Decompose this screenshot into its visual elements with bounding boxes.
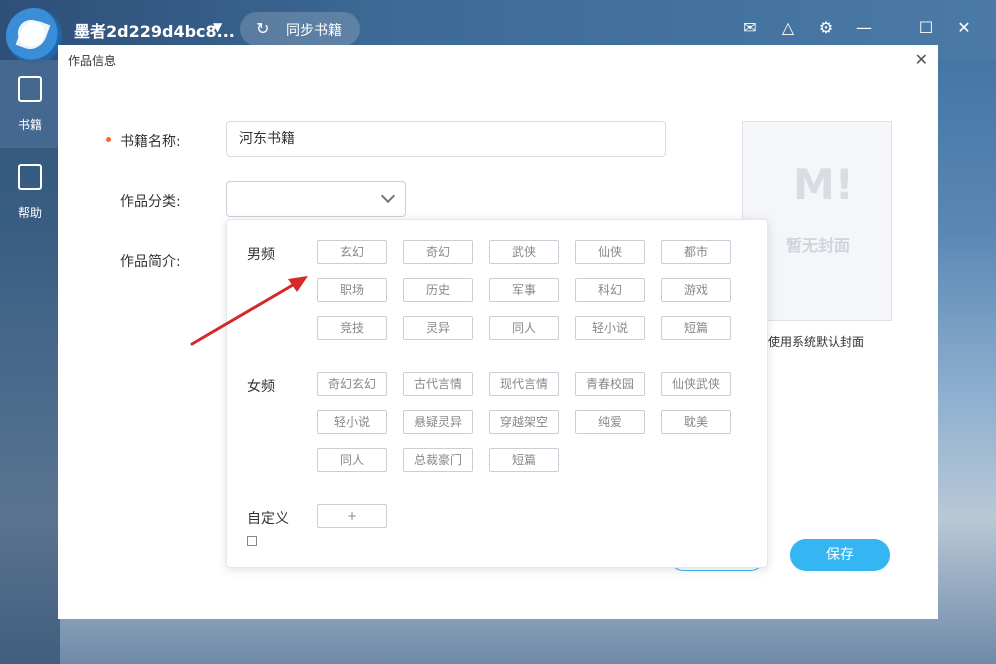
book-name-label: 书籍名称: <box>120 134 181 150</box>
settings-icon[interactable]: ⚙ <box>816 18 836 38</box>
default-cover-option[interactable]: 使用系统默认封面 <box>768 333 864 350</box>
category-tag[interactable]: 悬疑灵异 <box>403 410 473 434</box>
category-tag[interactable]: 科幻 <box>575 278 645 302</box>
sync-books-button[interactable]: ↻ 同步书籍 <box>240 12 360 46</box>
category-tag[interactable]: 短篇 <box>489 448 559 472</box>
category-tag[interactable]: 灵异 <box>403 316 473 340</box>
help-icon <box>18 164 42 190</box>
cover-logo-icon: M! <box>793 160 854 209</box>
close-icon[interactable]: ✕ <box>915 50 928 69</box>
sync-books-label: 同步书籍 <box>286 23 342 39</box>
category-tag[interactable]: 轻小说 <box>317 410 387 434</box>
category-tag[interactable]: 职场 <box>317 278 387 302</box>
sidebar-item-label: 帮助 <box>17 206 42 220</box>
save-button[interactable]: 保存 <box>790 539 890 571</box>
app-logo <box>6 8 62 64</box>
sidebar-item-label: 书籍 <box>17 118 42 132</box>
chevron-down-icon <box>380 188 396 204</box>
category-label: 作品分类: <box>120 194 181 210</box>
add-custom-tag-button[interactable]: + <box>317 504 387 528</box>
category-tag[interactable]: 奇幻 <box>403 240 473 264</box>
annotation-arrow <box>190 276 308 346</box>
refresh-icon: ↻ <box>256 19 270 38</box>
shirt-icon[interactable]: △ <box>778 18 798 38</box>
category-tag[interactable]: 军事 <box>489 278 559 302</box>
category-select[interactable] <box>226 181 406 217</box>
custom-group-label: 自定义 <box>247 511 289 527</box>
category-tag[interactable]: 短篇 <box>661 316 731 340</box>
category-tag[interactable]: 纯爱 <box>575 410 645 434</box>
category-tag[interactable]: 历史 <box>403 278 473 302</box>
category-tag[interactable]: 仙侠 <box>575 240 645 264</box>
sidebar-item-books[interactable]: 书籍 <box>0 60 60 148</box>
category-tag[interactable]: 奇幻玄幻 <box>317 372 387 396</box>
female-group-label: 女频 <box>247 379 275 395</box>
close-icon[interactable]: ✕ <box>954 18 974 38</box>
edit-icon[interactable] <box>247 536 257 546</box>
category-tag[interactable]: 现代言情 <box>489 372 559 396</box>
category-tag[interactable]: 古代言情 <box>403 372 473 396</box>
category-tag[interactable]: 武侠 <box>489 240 559 264</box>
maximize-icon[interactable]: ☐ <box>916 18 936 38</box>
username-label[interactable]: 墨者2d229d4bc8... <box>74 18 235 42</box>
category-tag[interactable]: 同人 <box>489 316 559 340</box>
mail-icon[interactable]: ✉ <box>740 18 760 38</box>
category-tag[interactable]: 同人 <box>317 448 387 472</box>
book-name-input[interactable]: 河东书籍 <box>226 121 666 157</box>
chevron-down-icon[interactable]: ▼ <box>213 20 222 34</box>
category-tag[interactable]: 青春校园 <box>575 372 645 396</box>
book-icon <box>18 76 42 102</box>
sidebar: 书籍 帮助 <box>0 60 60 664</box>
minimize-icon[interactable]: — <box>854 18 874 38</box>
dialog-title: 作品信息 <box>68 54 117 68</box>
category-tag[interactable]: 仙侠武侠 <box>661 372 731 396</box>
category-tag[interactable]: 耽美 <box>661 410 731 434</box>
category-tag[interactable]: 游戏 <box>661 278 731 302</box>
category-tag[interactable]: 总裁豪门 <box>403 448 473 472</box>
category-tag[interactable]: 轻小说 <box>575 316 645 340</box>
category-tag[interactable]: 都市 <box>661 240 731 264</box>
category-tag[interactable]: 穿越架空 <box>489 410 559 434</box>
required-dot <box>106 137 111 142</box>
sidebar-item-help[interactable]: 帮助 <box>0 148 60 236</box>
category-tag[interactable]: 玄幻 <box>317 240 387 264</box>
intro-label: 作品简介: <box>120 254 181 270</box>
category-tag[interactable]: 竞技 <box>317 316 387 340</box>
